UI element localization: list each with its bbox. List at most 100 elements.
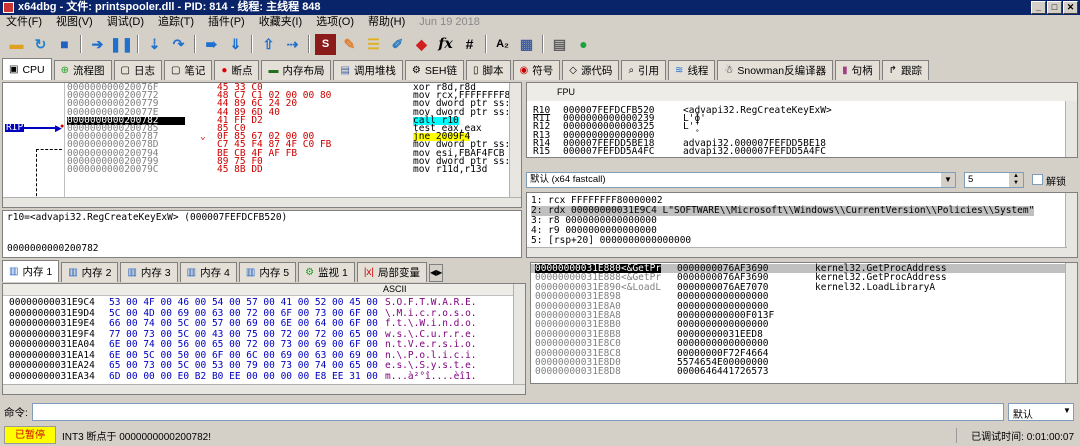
fpu-header[interactable]: FPU: [527, 83, 1077, 101]
globe-icon[interactable]: ●: [573, 34, 594, 55]
callconv-select[interactable]: 默认 (x64 fastcall) ▼: [526, 172, 956, 188]
register-row[interactable]: R15 000007FEFDD5A4FC advapi32.000007FEFDD5…: [533, 145, 1063, 157]
step-into-icon[interactable]: ⇣: [144, 34, 165, 55]
tab-dump-5[interactable]: ▥ 内存 5: [238, 262, 297, 282]
tab-threads[interactable]: ≋ 线程: [668, 60, 716, 80]
argument-row[interactable]: 5: [rsp+20] 0000000000000000: [531, 236, 1034, 246]
tab-script[interactable]: ▯ 脚本: [465, 60, 511, 80]
maximize-button[interactable]: □: [1047, 1, 1062, 14]
dump-pane[interactable]: ASCII 00000000031E9C4 53 00 4F 00 46 00 5…: [2, 283, 526, 395]
stop-icon[interactable]: ■: [54, 34, 75, 55]
register-comment: L'̥': [683, 121, 701, 133]
execute-till-return-icon[interactable]: ⇧: [258, 34, 279, 55]
tab-symbols[interactable]: ◉ 符号: [512, 60, 561, 80]
tab-notes[interactable]: ▢ 笔记: [163, 60, 213, 80]
arguments-pane[interactable]: 1: rcx FFFFFFFF80000002 2: rdx 0000000003…: [526, 192, 1078, 258]
dump-row[interactable]: 00000000031EA34 6D 00 00 00 E0 B2 B0 EE 0…: [9, 371, 509, 383]
tab-graph[interactable]: ⊕ 流程图: [53, 60, 112, 80]
label-icon[interactable]: ✐: [387, 34, 408, 55]
dump-hscrollbar[interactable]: [3, 384, 525, 394]
arg-count-spinner[interactable]: 5 ▲ ▼: [964, 172, 1024, 188]
disassembly-hscrollbar[interactable]: [3, 197, 521, 207]
tab-source[interactable]: ◇ 源代码: [562, 60, 620, 80]
disassembly-pane[interactable]: RIP ▶ ● 000000000020076F 45 33 C0 xor r8d,…: [2, 82, 522, 208]
lock-label: 解锁: [1046, 177, 1066, 188]
script-icon[interactable]: S: [315, 33, 336, 55]
arguments-hscrollbar[interactable]: [527, 247, 1067, 257]
tab-seh[interactable]: ⚙ SEH链: [404, 60, 464, 80]
chevron-down-icon: ▼: [1063, 406, 1071, 415]
tab-snowman[interactable]: ☃ Snowman反编译器: [717, 60, 834, 80]
calculator-icon[interactable]: ▦: [516, 34, 537, 55]
dump-hex: 6E 00 74 00 56 00 65 00 72 00 73 00 69 0…: [109, 339, 378, 350]
locals-icon: |x|: [363, 267, 375, 278]
open-icon[interactable]: ▬: [6, 34, 27, 55]
dump-icon: ▥: [186, 267, 197, 278]
menu-file[interactable]: 文件(F): [6, 15, 42, 30]
tab-dump-2[interactable]: ▥ 内存 2: [61, 262, 119, 282]
tab-trace[interactable]: ↱ 跟踪: [881, 60, 930, 80]
dump-ascii: e.s.\.S.y.s.t.e.: [385, 360, 477, 371]
restart-icon[interactable]: ↻: [30, 34, 51, 55]
registers-pane[interactable]: FPU R10 000007FEFDCFB520 <advapi32.RegCrea…: [526, 82, 1078, 158]
tab-callstack[interactable]: ▤ 调用堆栈: [333, 60, 403, 80]
menu-trace[interactable]: 追踪(T): [158, 15, 194, 30]
tab-references[interactable]: ⌕ 引用: [621, 60, 667, 80]
tab-locals[interactable]: |x| 局部变量: [356, 262, 428, 282]
run-icon[interactable]: ➔: [87, 34, 108, 55]
registers-scrollbar[interactable]: [1065, 101, 1077, 157]
tab-breakpoints[interactable]: ● 断点: [214, 60, 260, 80]
stack-scrollbar[interactable]: [1065, 263, 1077, 383]
trace-into-icon[interactable]: ➠: [201, 34, 222, 55]
tab-scroll-icon[interactable]: ◀▶: [429, 264, 444, 282]
disassembly-scrollbar[interactable]: [509, 83, 521, 207]
run-to-user-code-icon[interactable]: ⇢: [282, 34, 303, 55]
tab-cpu[interactable]: ▣ CPU: [2, 58, 52, 80]
menu-favourites[interactable]: 收藏夹(I): [259, 15, 302, 30]
pause-icon[interactable]: ❚❚: [110, 34, 133, 55]
menu-plugins[interactable]: 插件(P): [208, 15, 245, 30]
database-icon[interactable]: ▤: [549, 34, 570, 55]
function-icon[interactable]: fx: [435, 34, 456, 55]
patch-icon[interactable]: ✎: [339, 34, 360, 55]
minimize-button[interactable]: _: [1031, 1, 1046, 14]
app-icon: [3, 2, 14, 13]
cpu-icon: ▣: [9, 64, 19, 75]
tab-memory-map[interactable]: ▬ 内存布局: [261, 60, 332, 80]
menu-view[interactable]: 视图(V): [56, 15, 93, 30]
tab-watch-1[interactable]: ⚙ 监视 1: [298, 262, 355, 282]
register-comment: advapi32.000007FEFDD5A4FC: [683, 145, 826, 157]
dump-row[interactable]: 00000000031E9E4 66 00 74 00 5C 00 57 00 6…: [9, 318, 509, 330]
close-button[interactable]: ✕: [1063, 1, 1078, 14]
command-mode-select[interactable]: 默认 ▼: [1007, 403, 1074, 421]
trace-over-icon[interactable]: ⇓: [225, 34, 246, 55]
step-over-icon[interactable]: ↷: [168, 34, 189, 55]
tab-handles[interactable]: ▮ 句柄: [835, 60, 880, 80]
tab-log[interactable]: ▢ 日志: [113, 60, 162, 80]
tab-dump-4[interactable]: ▥ 内存 4: [179, 262, 237, 282]
threads-icon: ≋: [675, 65, 684, 76]
dump-scrollbar[interactable]: [513, 284, 525, 394]
stack-pane[interactable]: 00000000031E880 <&GetPr 0000000076AF3690 ke…: [530, 262, 1078, 384]
hash-icon[interactable]: #: [459, 34, 480, 55]
stack-value: 0000646441726573: [677, 366, 769, 378]
menu-help[interactable]: 帮助(H): [368, 15, 405, 30]
tab-dump-1[interactable]: ▥ 内存 1: [2, 260, 60, 282]
tab-dump-3[interactable]: ▥ 内存 3: [120, 262, 178, 282]
bookmark-icon[interactable]: ◆: [411, 34, 432, 55]
dump-ascii: S.O.F.T.W.A.R.E.: [385, 297, 477, 308]
command-input[interactable]: [31, 403, 1004, 421]
stack-row[interactable]: 00000000031E8D8 0000646441726573: [531, 366, 1067, 378]
menu-options[interactable]: 选项(O): [316, 15, 354, 30]
dump-row[interactable]: 00000000031E9C4 53 00 4F 00 46 00 54 00 5…: [9, 297, 509, 309]
disasm-row[interactable]: 000000000020079C 45 8B DD mov r11d,r13d: [67, 165, 511, 175]
dump-row[interactable]: 00000000031EA04 6E 00 74 00 56 00 65 00 7…: [9, 339, 509, 351]
dump-ascii: n.t.V.e.r.s.i.o.: [385, 339, 477, 350]
font-icon[interactable]: A₂: [492, 34, 513, 55]
lock-checkbox[interactable]: [1032, 174, 1043, 185]
comment-icon[interactable]: ☰: [363, 34, 384, 55]
dump-hex: 66 00 74 00 5C 00 57 00 69 00 6E 00 64 0…: [109, 318, 378, 329]
dump-tabs: ▥ 内存 1 ▥ 内存 2 ▥ 内存 3 ▥ 内存 4 ▥ 内存 5 ⚙ 监视 1 |x| 局…: [0, 260, 525, 282]
dump-row[interactable]: 00000000031EA24 65 00 73 00 5C 00 53 00 7…: [9, 360, 509, 372]
menu-debug[interactable]: 调试(D): [107, 15, 144, 30]
